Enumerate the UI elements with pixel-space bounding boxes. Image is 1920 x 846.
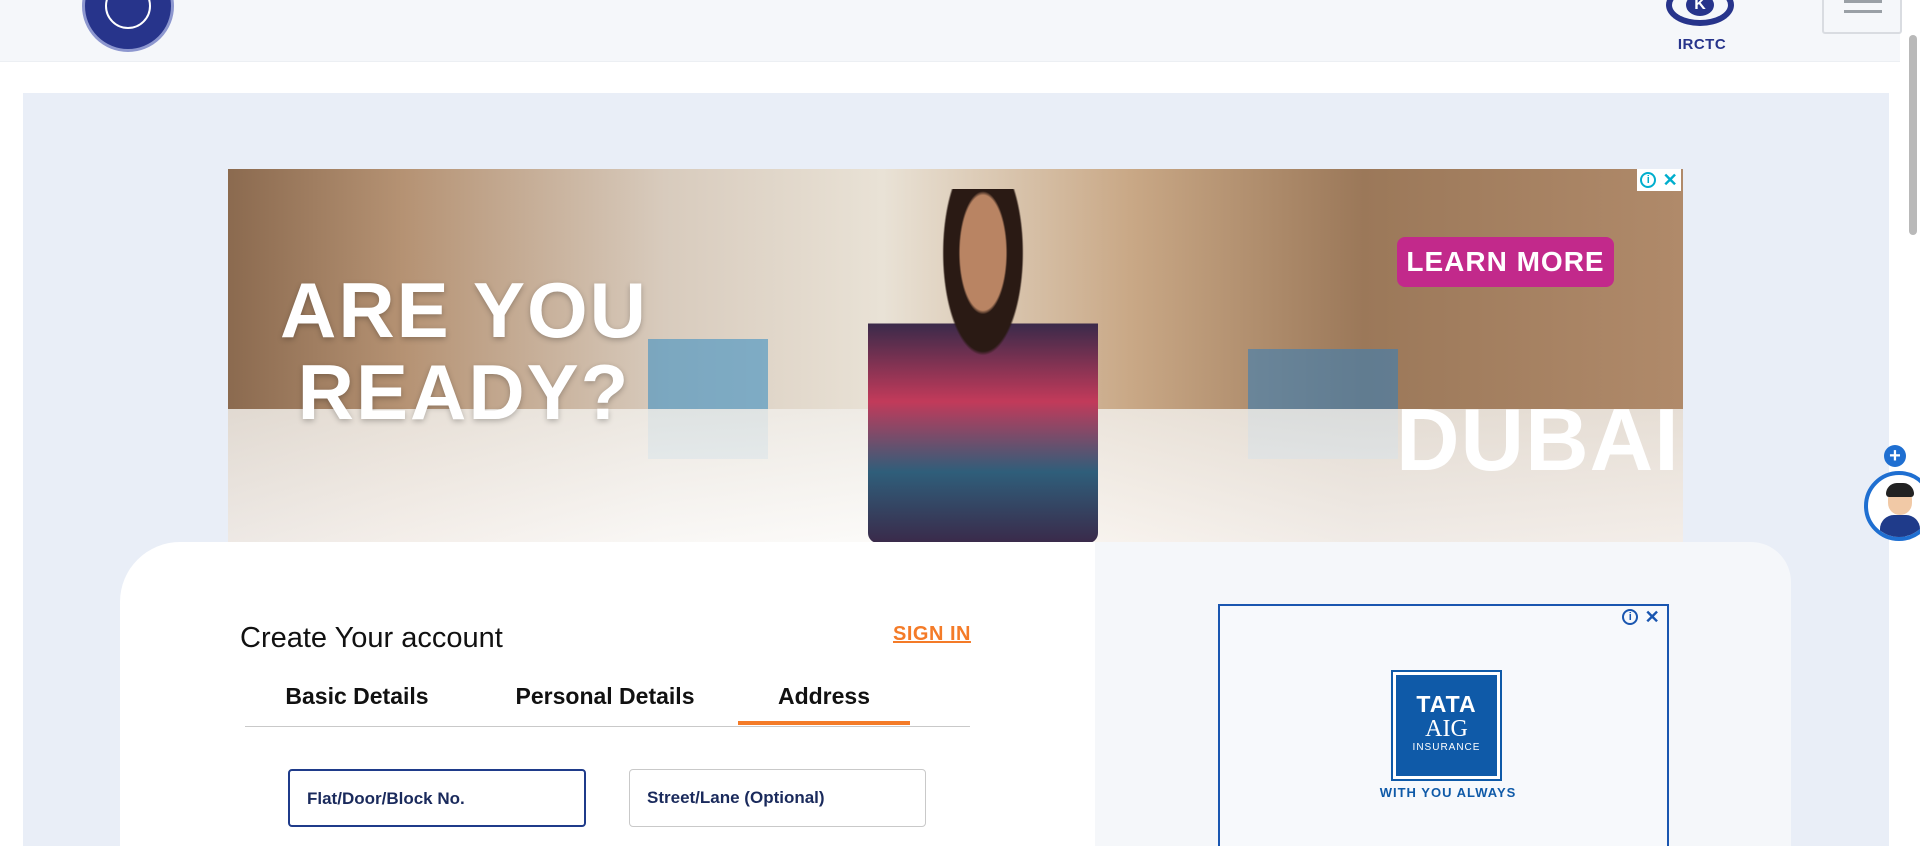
hamburger-menu-button[interactable] [1822,0,1902,34]
scrollbar-thumb[interactable] [1909,35,1917,235]
hamburger-icon [1844,0,1882,3]
ad-tagline: WITH YOU ALWAYS [1379,785,1517,800]
irctc-logo-text: IRCTC [1677,36,1727,53]
tata-aig-logo: TATA AIG INSURANCE [1393,672,1500,779]
dubai-ad-banner[interactable]: ARE YOU READY? LEARN MORE DUBAI i ✕ [228,169,1683,543]
sign-in-link[interactable]: SIGN IN [893,623,971,646]
registration-tabs: Basic Details Personal Details Address [245,660,970,727]
plus-icon[interactable]: + [1884,445,1906,467]
page-title: Create Your account [240,622,503,654]
info-icon[interactable]: i [1622,609,1639,625]
tab-personal-details[interactable]: Personal Details [489,660,721,725]
tab-address[interactable]: Address [738,660,910,725]
ad-choices[interactable]: i ✕ [1619,606,1663,628]
indian-railways-logo[interactable] [82,0,174,52]
close-icon[interactable]: ✕ [1645,608,1660,626]
tata-aig-ad[interactable]: i ✕ TATA AIG INSURANCE WITH YOU ALWAYS [1218,604,1669,846]
page-scrollbar[interactable] [1906,0,1920,846]
irctc-logo-mark: K [1666,0,1734,26]
flat-door-block-field[interactable]: Flat/Door/Block No. [288,769,586,827]
irctc-logo[interactable]: K IRCTC [1662,0,1742,58]
street-lane-field[interactable]: Street/Lane (Optional) [629,769,926,827]
info-icon[interactable]: i [1640,172,1657,188]
ad-headline: ARE YOU READY? [280,266,648,436]
tab-basic-details[interactable]: Basic Details [245,660,469,725]
ad-image-woman [868,189,1098,543]
ad-choices[interactable]: i ✕ [1637,169,1681,191]
learn-more-button[interactable]: LEARN MORE [1397,237,1614,287]
dubai-brand-logo: DUBAI [1396,390,1680,489]
top-navbar: K IRCTC [0,0,1902,62]
close-icon[interactable]: ✕ [1663,171,1678,189]
